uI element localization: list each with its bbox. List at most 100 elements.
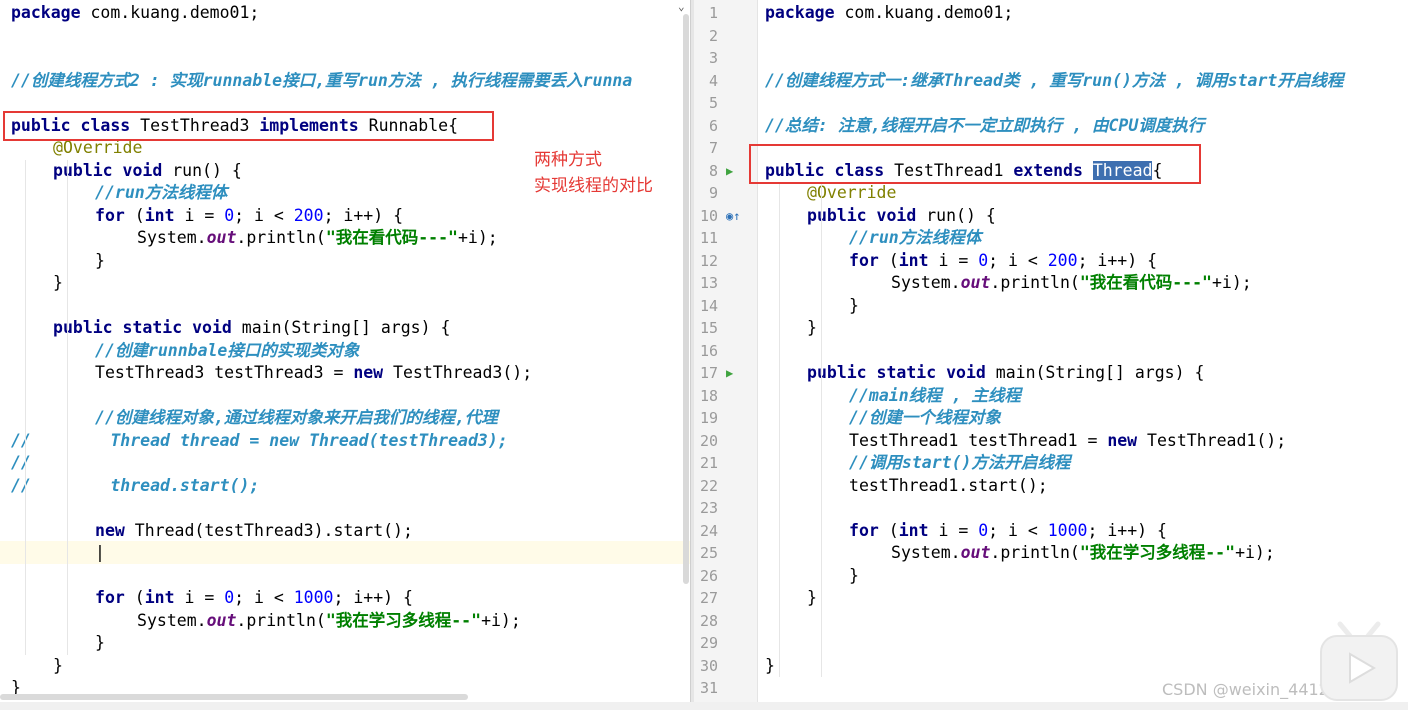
code-token: } (765, 655, 775, 675)
code-line[interactable]: 5 (694, 92, 1408, 115)
code-token: ; i < (988, 520, 1048, 540)
code-line[interactable]: public static void main(String[] args) { (0, 317, 690, 340)
code-line[interactable] (0, 497, 690, 520)
left-editor-pane[interactable]: package com.kuang.demo01; //创建线程方式2 : 实现r… (0, 0, 690, 710)
code-token: for (95, 588, 125, 607)
line-number: 14 (699, 296, 718, 315)
code-line[interactable]: 30} (694, 655, 1408, 678)
code-line[interactable]: for (int i = 0; i < 1000; i++) { (0, 587, 690, 610)
code-token: new (95, 520, 125, 540)
code-line[interactable]: 6 //总结: 注意,线程开启不一定立即执行 , 由CPU调度执行 (694, 115, 1408, 138)
code-line[interactable]: System.out.println("我在学习多线程--"+i); (0, 610, 690, 633)
code-token: } (849, 295, 859, 315)
line-number: 1 (708, 4, 718, 22)
code-line[interactable]: 27} (694, 587, 1408, 610)
code-line[interactable]: new Thread(testThread3).start(); (0, 520, 690, 543)
code-line[interactable]: //创建线程对象,通过线程对象来开启我们的线程,代理 (0, 407, 690, 430)
code-line[interactable]: // (0, 452, 690, 475)
code-token: public void (807, 205, 917, 225)
code-line[interactable]: 1 package com.kuang.demo01; (694, 2, 1408, 25)
override-gutter-icon[interactable]: ◉↑ (726, 205, 740, 228)
code-token: run() { (916, 205, 996, 225)
code-line[interactable]: 21 //调用start()方法开启线程 (694, 452, 1408, 475)
code-text: public void run() { (807, 205, 996, 228)
horizontal-scrollbar[interactable] (0, 694, 468, 700)
code-line[interactable]: 11 //run方法线程体 (694, 227, 1408, 250)
code-text: //创建线程方式2 : 实现runnable接口,重写run方法 , 执行线程需… (11, 70, 632, 93)
right-editor-pane[interactable]: 1 package com.kuang.demo01; 2 3 4//创建线程方式一:继… (694, 0, 1408, 710)
code-text: //调用start()方法开启线程 (849, 452, 1070, 475)
code-line[interactable]: } (0, 632, 690, 655)
code-token: 0 (978, 250, 989, 270)
code-token: //创建线程对象,通过线程对象来开启我们的线程,代理 (95, 408, 498, 427)
code-line[interactable]: | (0, 542, 690, 565)
code-line[interactable] (0, 565, 690, 588)
code-line[interactable]: TestThread3 testThread3 = new TestThread… (0, 362, 690, 385)
code-line[interactable]: } (0, 272, 690, 295)
code-line[interactable] (0, 295, 690, 318)
code-token: main(String[] args) { (985, 363, 1205, 382)
run-gutter-icon[interactable]: ▶ (726, 362, 733, 385)
code-line[interactable]: 17 ▶ public static void main(String[] args… (694, 362, 1408, 385)
code-line[interactable] (0, 25, 690, 48)
code-line[interactable]: 29 (694, 632, 1408, 655)
code-token: out (206, 610, 237, 630)
code-token: //总结: 注意,线程开启不一定立即执行 , 由CPU调度执行 (765, 115, 1205, 135)
vertical-scrollbar[interactable] (683, 14, 689, 584)
code-line[interactable]: } (0, 655, 690, 678)
chevron-down-icon[interactable]: ⌄ (678, 0, 685, 13)
code-line[interactable]: // thread.start(); (0, 475, 690, 498)
line-number: 11 (699, 229, 718, 247)
code-line[interactable]: 10 ◉↑ public void run() { (694, 205, 1408, 228)
code-token: testThread1.start(); (849, 475, 1048, 495)
highlight-box-right (749, 144, 1201, 184)
code-text: //run方法线程体 (95, 182, 227, 205)
code-line[interactable]: package com.kuang.demo01; (0, 2, 690, 25)
run-gutter-icon[interactable]: ▶ (726, 160, 733, 183)
code-token: ( (124, 205, 145, 225)
code-line[interactable]: 26} (694, 565, 1408, 588)
code-line[interactable]: for (int i = 0; i < 200; i++) { (0, 205, 690, 228)
code-line[interactable] (0, 47, 690, 70)
code-line[interactable]: 2 (694, 25, 1408, 48)
note-line-1: 两种方式 (534, 150, 602, 170)
code-text: package com.kuang.demo01; (765, 2, 1013, 25)
code-line[interactable]: 9 @Override (694, 182, 1408, 205)
code-line[interactable]: System.out.println("我在看代码---"+i); (0, 227, 690, 250)
code-line[interactable]: 15} (694, 317, 1408, 340)
code-line[interactable]: 19 //创建一个线程对象 (694, 407, 1408, 430)
code-line[interactable]: 3 (694, 47, 1408, 70)
code-line[interactable] (0, 385, 690, 408)
code-token: //run方法线程体 (95, 183, 228, 202)
code-token: +i); (481, 610, 521, 630)
code-line[interactable]: 12 for (int i = 0; i < 200; i++) { (694, 250, 1408, 273)
code-line[interactable]: 24 for (int i = 0; i < 1000; i++) { (694, 520, 1408, 543)
code-text: } (849, 565, 859, 588)
code-line[interactable]: 13 System.out.println("我在看代码---"+i); (694, 272, 1408, 295)
line-number: 2 (708, 26, 718, 45)
code-line[interactable]: 18 //main线程 , 主线程 (694, 385, 1408, 408)
code-line[interactable]: 23 (694, 497, 1408, 520)
code-text: //创建线程方式一:继承Thread类 , 重写run()方法 , 调用star… (765, 70, 1343, 93)
code-line[interactable]: // Thread thread = new Thread(testThread… (0, 430, 690, 453)
code-line[interactable]: 25 System.out.println("我在学习多线程--"+i); (694, 542, 1408, 565)
code-token: ; i++) { (1087, 520, 1167, 540)
code-text: public static void main(String[] args) { (807, 362, 1204, 385)
code-token: +i); (457, 228, 498, 247)
code-line[interactable]: 4 //创建线程方式一:继承Thread类 , 重写run()方法 , 调用sta… (694, 70, 1408, 93)
code-line[interactable]: 20 TestThread1 testThread1 = new TestThre… (694, 430, 1408, 453)
code-line[interactable]: 28 (694, 610, 1408, 633)
code-text: //创建一个线程对象 (849, 407, 1001, 430)
code-token: } (95, 250, 105, 270)
code-line[interactable]: 16 (694, 340, 1408, 363)
code-line[interactable]: //创建线程方式2 : 实现runnable接口,重写run方法 , 执行线程需… (0, 70, 690, 93)
code-text: //main线程 , 主线程 (849, 385, 1021, 408)
code-text: new Thread(testThread3).start(); (95, 520, 413, 543)
code-line[interactable]: } (0, 250, 690, 273)
code-line[interactable]: 22 testThread1.start(); (694, 475, 1408, 498)
code-token: // thread.start(); (11, 475, 260, 495)
indent-guide (67, 159, 69, 655)
code-line[interactable]: 14} (694, 295, 1408, 318)
code-token: new (1107, 430, 1138, 450)
code-line[interactable]: //创建runnbale接口的实现类对象 (0, 340, 690, 363)
